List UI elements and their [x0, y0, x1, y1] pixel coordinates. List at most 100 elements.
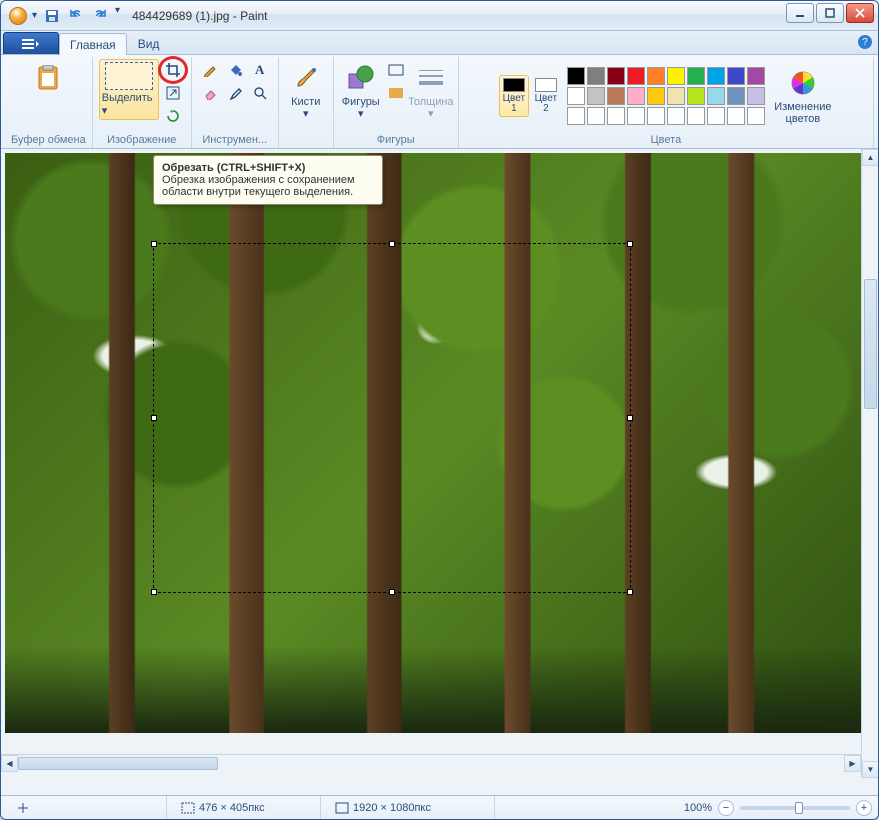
color-swatch[interactable]	[647, 67, 665, 85]
color-swatch[interactable]	[607, 67, 625, 85]
color-swatch[interactable]	[747, 67, 765, 85]
color-swatch[interactable]	[587, 67, 605, 85]
zoom-out-button[interactable]: −	[718, 800, 734, 816]
color-swatch[interactable]	[647, 87, 665, 105]
shapes-label: Фигуры▾	[342, 96, 380, 120]
color2-button[interactable]: Цвет 2	[531, 75, 561, 117]
scroll-down[interactable]: ▼	[862, 761, 878, 778]
color-swatch[interactable]	[687, 107, 705, 125]
selection-handle[interactable]	[627, 241, 633, 247]
color-swatch[interactable]	[707, 107, 725, 125]
file-tab[interactable]	[3, 32, 59, 54]
selection-handle[interactable]	[627, 589, 633, 595]
zoom-tool[interactable]	[248, 82, 272, 104]
status-pointer	[7, 796, 167, 819]
app-menu-arrow[interactable]: ▾	[32, 10, 37, 21]
paste-button[interactable]	[27, 59, 69, 97]
color-swatch[interactable]	[667, 107, 685, 125]
color-swatch[interactable]	[727, 87, 745, 105]
help-button[interactable]: ?	[858, 35, 872, 49]
selection-handle[interactable]	[389, 241, 395, 247]
color-swatch[interactable]	[727, 107, 745, 125]
text-tool[interactable]: A	[248, 59, 272, 81]
scroll-left[interactable]: ◀	[1, 755, 18, 772]
selection-handle[interactable]	[151, 241, 157, 247]
select-button[interactable]: Выделить ▾	[99, 59, 159, 120]
color-swatch[interactable]	[687, 87, 705, 105]
vscroll-thumb[interactable]	[864, 279, 877, 409]
color-swatch[interactable]	[627, 107, 645, 125]
canvas[interactable]	[5, 153, 865, 733]
shape-fill[interactable]	[384, 82, 408, 104]
minimize-button[interactable]	[786, 3, 814, 23]
scroll-right[interactable]: ▶	[844, 755, 861, 772]
group-image-label: Изображение	[99, 133, 185, 148]
group-colors-label: Цвета	[465, 133, 867, 148]
save-button[interactable]	[41, 5, 63, 27]
color-swatch[interactable]	[707, 87, 725, 105]
shapes-button[interactable]: Фигуры▾	[340, 59, 382, 123]
color-swatch[interactable]	[587, 87, 605, 105]
zoom-slider-knob[interactable]	[795, 802, 803, 814]
color2-label: Цвет 2	[534, 94, 558, 114]
color-swatch[interactable]	[707, 67, 725, 85]
hscroll-thumb[interactable]	[18, 757, 218, 770]
brushes-button[interactable]: Кисти▾	[285, 59, 327, 123]
selection-handle[interactable]	[151, 415, 157, 421]
color-swatch[interactable]	[687, 67, 705, 85]
color-swatch[interactable]	[667, 67, 685, 85]
color-swatch[interactable]	[607, 87, 625, 105]
close-button[interactable]	[846, 3, 874, 23]
thickness-button[interactable]: Толщина▾	[410, 59, 452, 123]
picker-tool[interactable]	[223, 82, 247, 104]
color-swatch[interactable]	[647, 107, 665, 125]
app-icon	[9, 7, 27, 25]
zoom-control: 100% − +	[684, 800, 872, 816]
crop-tooltip: Обрезать (CTRL+SHIFT+X) Обрезка изображе…	[153, 155, 383, 205]
quick-access-toolbar: ▾	[41, 5, 120, 27]
selection-handle[interactable]	[151, 589, 157, 595]
color-swatch[interactable]	[627, 87, 645, 105]
maximize-button[interactable]	[816, 3, 844, 23]
window-controls	[786, 3, 874, 23]
tab-home[interactable]: Главная	[59, 33, 127, 55]
rotate-button[interactable]	[161, 105, 185, 127]
edit-colors-button[interactable]: Изменение цветов	[773, 64, 833, 128]
color-swatch[interactable]	[567, 87, 585, 105]
resize-button[interactable]	[161, 82, 185, 104]
color-swatch[interactable]	[567, 67, 585, 85]
color-swatch[interactable]	[747, 107, 765, 125]
selection-rectangle[interactable]	[153, 243, 631, 593]
vertical-scrollbar[interactable]: ▲ ▼	[861, 149, 878, 778]
pencil-tool[interactable]	[198, 59, 222, 81]
color-swatch[interactable]	[627, 67, 645, 85]
redo-button[interactable]	[89, 5, 111, 27]
color1-button[interactable]: Цвет 1	[499, 75, 529, 117]
color-swatch[interactable]	[607, 107, 625, 125]
qat-customize[interactable]: ▾	[115, 5, 120, 27]
color-swatch[interactable]	[567, 107, 585, 125]
maximize-icon	[825, 8, 835, 18]
eraser-tool[interactable]	[198, 82, 222, 104]
paint-window: ▾ ▾ 484429689 (1).jpg - Paint Главная Ви…	[0, 0, 879, 820]
color-swatch[interactable]	[587, 107, 605, 125]
group-colors: Цвет 1 Цвет 2 Изменение цветов Цвета	[459, 57, 874, 148]
selection-handle[interactable]	[389, 589, 395, 595]
color-swatch[interactable]	[667, 87, 685, 105]
tab-view[interactable]: Вид	[127, 32, 171, 54]
horizontal-scrollbar[interactable]: ◀ ▶	[1, 754, 861, 771]
shape-outline[interactable]	[384, 59, 408, 81]
zoom-slider[interactable]	[740, 806, 850, 810]
scroll-up[interactable]: ▲	[862, 149, 878, 166]
close-icon	[855, 8, 865, 18]
zoom-in-button[interactable]: +	[856, 800, 872, 816]
selection-handle[interactable]	[627, 415, 633, 421]
color-swatch[interactable]	[747, 87, 765, 105]
eyedropper-icon	[228, 86, 242, 100]
eraser-icon	[203, 86, 217, 100]
undo-button[interactable]	[65, 5, 87, 27]
fill-tool[interactable]	[223, 59, 247, 81]
crop-button[interactable]	[161, 59, 185, 81]
color-swatch[interactable]	[727, 67, 745, 85]
fill-icon	[388, 87, 404, 99]
